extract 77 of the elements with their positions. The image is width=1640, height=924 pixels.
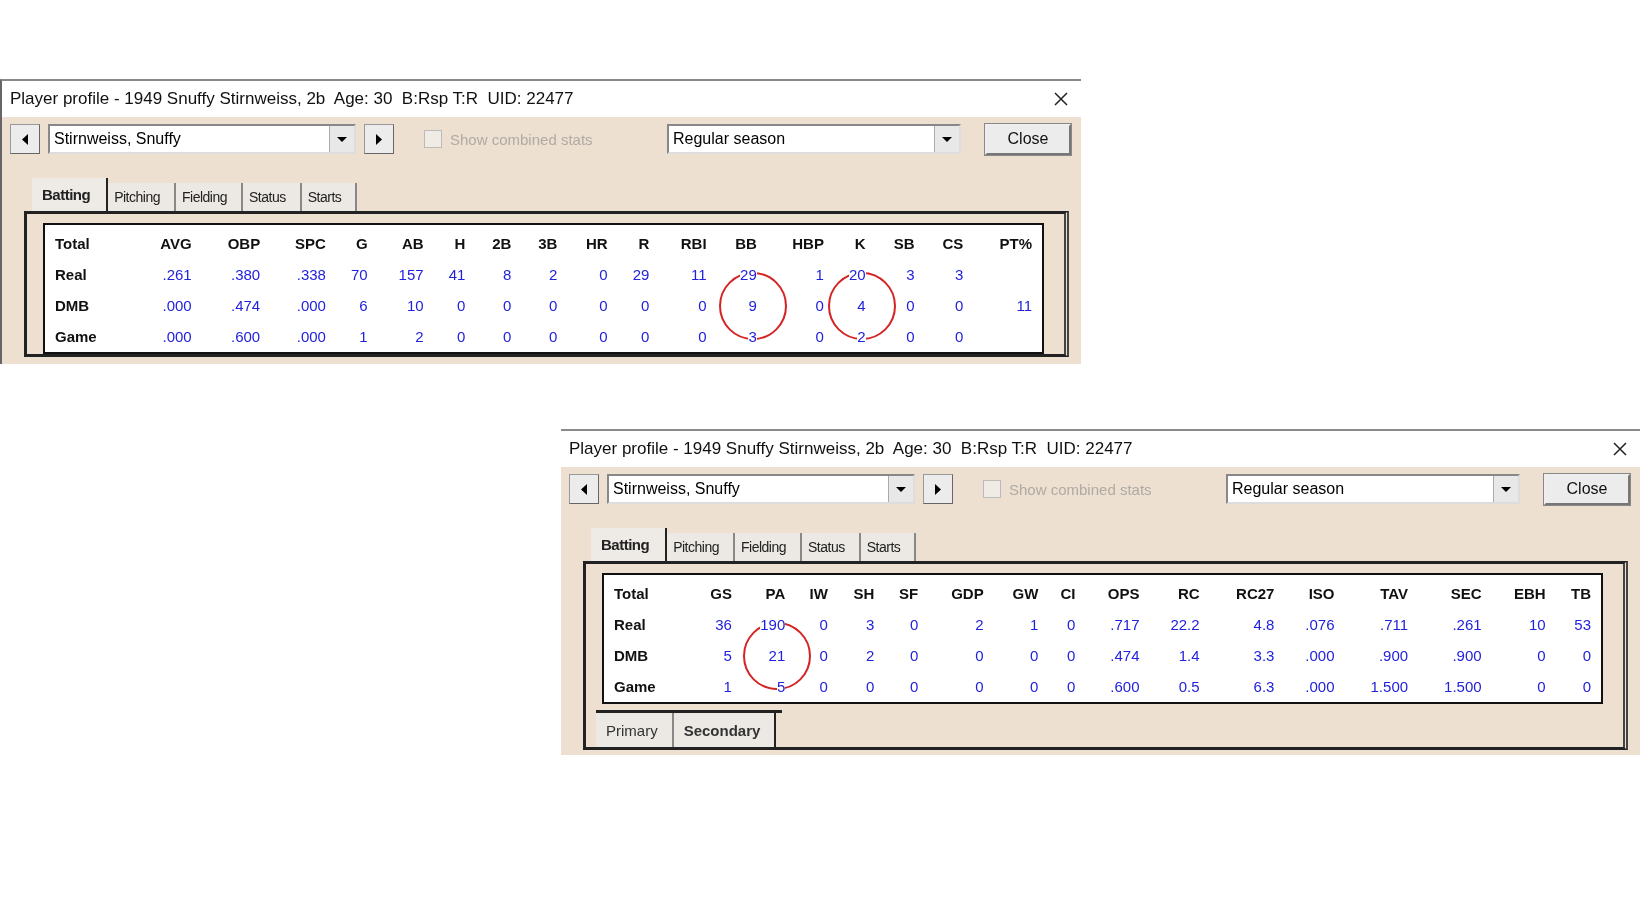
tab[interactable]: Primary	[596, 713, 674, 747]
row-header: Real	[614, 616, 646, 633]
column-header: CI	[1060, 585, 1076, 602]
column-header: TAV	[1380, 585, 1409, 602]
tab[interactable]: Pitching	[667, 533, 735, 561]
season-dropdown[interactable]: Regular season	[667, 124, 961, 154]
tab[interactable]: Starts	[860, 533, 917, 561]
tab[interactable]: Pitching	[108, 183, 176, 211]
column-header: R	[638, 235, 650, 252]
row-header: Game	[55, 328, 97, 345]
previous-button[interactable]	[10, 124, 40, 154]
column-header: SEC	[1450, 585, 1482, 602]
tab[interactable]: Status	[243, 183, 302, 211]
player-dropdown[interactable]: Stirnweiss, Snuffy	[607, 474, 915, 504]
column-header: AVG	[160, 235, 192, 252]
column-header: 3B	[538, 235, 558, 252]
checkbox-label: Show combined stats	[450, 130, 593, 148]
column-header: Total	[55, 235, 90, 252]
tab[interactable]: Fielding	[735, 533, 802, 561]
row-header: Game	[614, 678, 656, 695]
row-header: Real	[55, 266, 87, 283]
column-header: K	[854, 235, 866, 252]
close-icon	[1612, 441, 1628, 457]
column-header: SB	[893, 235, 915, 252]
column-header: HBP	[792, 235, 824, 252]
close-icon	[1053, 91, 1069, 107]
column-header: RBI	[680, 235, 707, 252]
dropdown-arrow-icon	[1499, 484, 1513, 494]
window-title: Player profile - 1949 Snuffy Stirnweiss, 2b Age: 30 B:Rsp T:R UID: 22477	[569, 439, 1134, 459]
next-button[interactable]	[364, 124, 394, 154]
left-arrow-icon	[19, 131, 31, 147]
column-header: OBP	[227, 235, 261, 252]
close-button[interactable]: Close	[1544, 473, 1630, 505]
column-header: RC27	[1236, 585, 1275, 602]
column-header: GS	[710, 585, 732, 602]
window-title: Player profile - 1949 Snuffy Stirnweiss, 2b Age: 30 B:Rsp T:R UID: 22477	[10, 89, 575, 109]
column-header: SPC	[295, 235, 326, 252]
column-header: IW	[809, 585, 828, 602]
tab[interactable]: Batting	[591, 528, 668, 561]
row-header: DMB	[614, 647, 649, 664]
column-header: TB	[1571, 585, 1591, 602]
column-header: SF	[899, 585, 919, 602]
dropdown-arrow-icon	[335, 134, 349, 144]
column-header: CS	[942, 235, 964, 252]
column-header: ISO	[1308, 585, 1335, 602]
tab[interactable]: Secondary	[673, 713, 777, 747]
column-header: PA	[765, 585, 786, 602]
column-header: RC	[1177, 585, 1200, 602]
column-header: H	[454, 235, 466, 252]
close-button[interactable]: Close	[985, 123, 1071, 155]
column-header: EBH	[1514, 585, 1546, 602]
next-button[interactable]	[923, 474, 953, 504]
column-header: GW	[1012, 585, 1039, 602]
right-arrow-icon	[373, 131, 385, 147]
checkbox-label: Show combined stats	[1009, 480, 1152, 498]
column-header: AB	[401, 235, 424, 252]
season-dropdown[interactable]: Regular season	[1226, 474, 1520, 504]
tab[interactable]: Batting	[32, 178, 109, 211]
row-header: DMB	[55, 297, 90, 314]
column-header: PT%	[999, 235, 1032, 252]
previous-button[interactable]	[569, 474, 599, 504]
dropdown-arrow-icon	[940, 134, 954, 144]
tab[interactable]: Starts	[301, 183, 358, 211]
column-header: HR	[585, 235, 608, 252]
column-header: G	[356, 235, 368, 252]
right-arrow-icon	[932, 481, 944, 497]
tab[interactable]: Status	[802, 533, 861, 561]
tab[interactable]: Fielding	[176, 183, 243, 211]
column-header: SH	[853, 585, 875, 602]
column-header: OPS	[1107, 585, 1140, 602]
column-header: Total	[614, 585, 649, 602]
column-header: BB	[735, 235, 757, 252]
column-header: GDP	[951, 585, 984, 602]
player-dropdown[interactable]: Stirnweiss, Snuffy	[48, 124, 356, 154]
column-header: 2B	[492, 235, 512, 252]
dropdown-arrow-icon	[894, 484, 908, 494]
left-arrow-icon	[578, 481, 590, 497]
